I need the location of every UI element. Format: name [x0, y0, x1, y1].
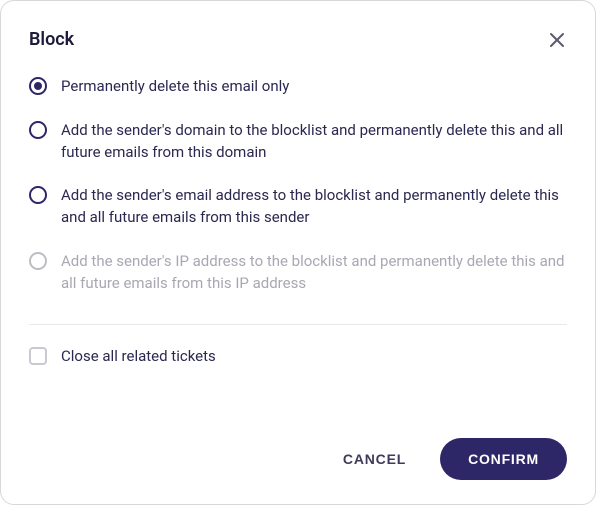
- close-tickets-checkbox[interactable]: Close all related tickets: [29, 347, 567, 365]
- radio-icon: [29, 77, 47, 95]
- block-options-radio-group: Permanently delete this email only Add t…: [29, 76, 567, 294]
- dialog-footer: CANCEL CONFIRM: [29, 438, 567, 480]
- close-icon[interactable]: [547, 30, 567, 50]
- radio-label: Add the sender's domain to the blocklist…: [61, 120, 567, 164]
- radio-option-block-domain[interactable]: Add the sender's domain to the blocklist…: [29, 120, 567, 164]
- radio-label: Add the sender's email address to the bl…: [61, 185, 567, 229]
- radio-icon: [29, 252, 47, 270]
- block-dialog: Block Permanently delete this email only…: [0, 0, 596, 505]
- checkbox-icon: [29, 347, 47, 365]
- radio-icon: [29, 121, 47, 139]
- confirm-button[interactable]: CONFIRM: [440, 438, 567, 480]
- radio-label: Permanently delete this email only: [61, 76, 289, 98]
- dialog-header: Block: [29, 29, 567, 50]
- radio-icon: [29, 186, 47, 204]
- radio-option-block-ip-address: Add the sender's IP address to the block…: [29, 251, 567, 295]
- checkbox-label: Close all related tickets: [61, 347, 216, 365]
- radio-label: Add the sender's IP address to the block…: [61, 251, 567, 295]
- dialog-title: Block: [29, 29, 74, 50]
- radio-option-delete-email-only[interactable]: Permanently delete this email only: [29, 76, 567, 98]
- radio-option-block-email-address[interactable]: Add the sender's email address to the bl…: [29, 185, 567, 229]
- divider: [29, 324, 567, 325]
- cancel-button[interactable]: CANCEL: [339, 443, 410, 475]
